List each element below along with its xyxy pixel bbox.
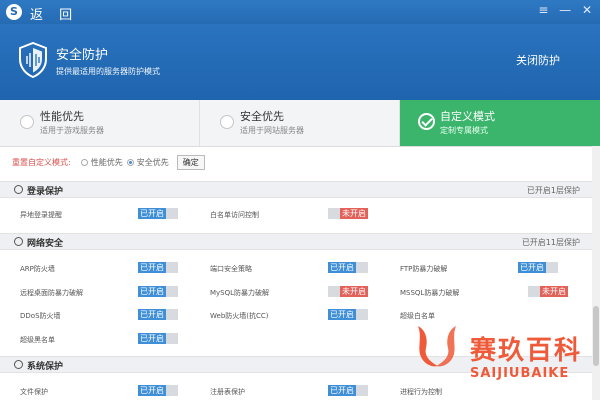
mode-security[interactable]: 安全优先 适用于网站服务器 (200, 100, 400, 146)
mode-subtitle: 适用于游戏服务器 (40, 126, 104, 135)
radio-icon (20, 115, 34, 129)
layers-icon (14, 360, 23, 369)
toggle-web-firewall[interactable]: 已开启 (328, 309, 368, 320)
toggle-label: 已开启 (140, 263, 164, 272)
toggle-label: 未开启 (542, 287, 566, 296)
toggle-remote-login-alert[interactable]: 已开启 (138, 208, 178, 219)
item-label: ARP防火墙 (20, 265, 55, 273)
toggle-label: 已开启 (520, 263, 544, 272)
mode-subtitle: 定制专属模式 (440, 126, 488, 135)
toggle-label: 已开启 (330, 263, 354, 272)
toggle-whitelist-access[interactable]: 未开启 (328, 208, 368, 219)
toggle-label: 已开启 (140, 386, 164, 395)
toggle-arp-firewall[interactable]: 已开启 (138, 262, 178, 273)
menu-icon[interactable]: ≡ (536, 3, 550, 17)
toggle-rdp-bruteforce[interactable]: 已开启 (138, 286, 178, 297)
toggle-file-protection[interactable]: 已开启 (138, 385, 178, 396)
toggle-mssql-bruteforce[interactable]: 未开启 (528, 286, 568, 297)
toggle-mysql-bruteforce[interactable]: 未开启 (328, 286, 368, 297)
item-label: 文件保护 (20, 388, 48, 396)
mode-subtitle: 适用于网站服务器 (240, 126, 304, 135)
item-label: 异地登录提醒 (20, 211, 62, 219)
section-status: 已开启1层保护 (526, 186, 580, 195)
window-controls: ≡ — ✕ (532, 3, 594, 17)
app-logo-icon: S (6, 4, 22, 20)
item-label: 白名单访问控制 (210, 211, 259, 219)
toggle-ddos-firewall[interactable]: 已开启 (138, 309, 178, 320)
title-bar: S 返 回 ≡ — ✕ (0, 0, 600, 24)
toggle-label: 已开启 (140, 334, 164, 343)
close-icon[interactable]: ✕ (580, 3, 594, 17)
mode-performance[interactable]: 性能优先 适用于游戏服务器 (0, 100, 200, 146)
toggle-label: 已开启 (140, 209, 164, 218)
watermark-logo-icon (418, 326, 456, 367)
confirm-button[interactable]: 确定 (176, 154, 205, 170)
mode-selector: 性能优先 适用于游戏服务器 安全优先 适用于网站服务器 自定义模式 定制专属模式 (0, 100, 600, 147)
toggle-label: 未开启 (342, 209, 366, 218)
banner-title: 安全防护 (56, 48, 109, 63)
item-label: MSSQL防暴力破解 (400, 289, 460, 297)
item-label: 注册表保护 (210, 388, 245, 396)
watermark-text: 赛玖百科 (470, 336, 583, 366)
toggle-label: 未开启 (342, 287, 366, 296)
section-title: 网络安全 (27, 239, 64, 249)
toggle-label: 已开启 (330, 310, 354, 319)
reset-custom-mode-row: 重置自定义模式: 性能优先 安全优先 确定 (12, 154, 205, 170)
section-status: 已开启11层保护 (521, 238, 580, 247)
minimize-icon[interactable]: — (558, 3, 572, 17)
radio-performance[interactable] (80, 158, 88, 166)
mode-title: 性能优先 (40, 110, 84, 123)
globe-icon (14, 237, 23, 246)
mode-title: 自定义模式 (440, 110, 495, 123)
watermark-subtext: SAIJIUBAIKE (470, 366, 570, 381)
option-performance-label: 性能优先 (90, 157, 123, 167)
scrollbar-thumb[interactable] (593, 306, 599, 366)
shield-icon (19, 42, 47, 78)
item-label: 进程行为控制 (400, 388, 442, 396)
radio-icon (220, 115, 234, 129)
section-login-protection: 登录保护 已开启1层保护 (0, 181, 600, 198)
toggle-port-policy[interactable]: 已开启 (328, 262, 368, 273)
protection-banner: 安全防护 提供最适用的服务器防护模式 关闭防护 (0, 24, 600, 100)
toggle-label: 已开启 (140, 310, 164, 319)
option-security-label: 安全优先 (136, 157, 169, 167)
toggle-label: 已开启 (140, 287, 164, 296)
item-label: 端口安全策略 (210, 265, 252, 273)
mode-title: 安全优先 (240, 110, 284, 123)
check-circle-icon (418, 113, 435, 130)
banner-subtitle: 提供最适用的服务器防护模式 (56, 67, 160, 76)
item-label: 超级白名单 (400, 312, 435, 320)
section-title: 登录保护 (27, 187, 64, 197)
toggle-ftp-bruteforce[interactable]: 已开启 (518, 262, 558, 273)
scrollbar[interactable] (592, 146, 600, 400)
section-network-security: 网络安全 已开启11层保护 (0, 233, 600, 250)
back-button[interactable]: 返 回 (30, 4, 78, 23)
section-title: 系统保护 (27, 362, 64, 372)
item-label: DDoS防火墙 (20, 312, 61, 320)
user-icon (14, 185, 23, 194)
mode-custom[interactable]: 自定义模式 定制专属模式 (400, 100, 600, 146)
item-label: 远程桌面防暴力破解 (20, 289, 83, 297)
item-label: FTP防暴力破解 (400, 265, 448, 273)
reset-label: 重置自定义模式: (12, 157, 71, 167)
item-label: MySQL防暴力破解 (210, 289, 270, 297)
close-protection-button[interactable]: 关闭防护 (516, 52, 560, 68)
toggle-super-blacklist[interactable]: 已开启 (138, 333, 178, 344)
radio-security[interactable] (126, 158, 134, 166)
item-label: Web防火墙(抗CC) (210, 312, 269, 320)
item-label: 超级黑名单 (20, 336, 55, 344)
toggle-registry-protection[interactable]: 已开启 (328, 385, 368, 396)
toggle-label: 已开启 (330, 386, 354, 395)
